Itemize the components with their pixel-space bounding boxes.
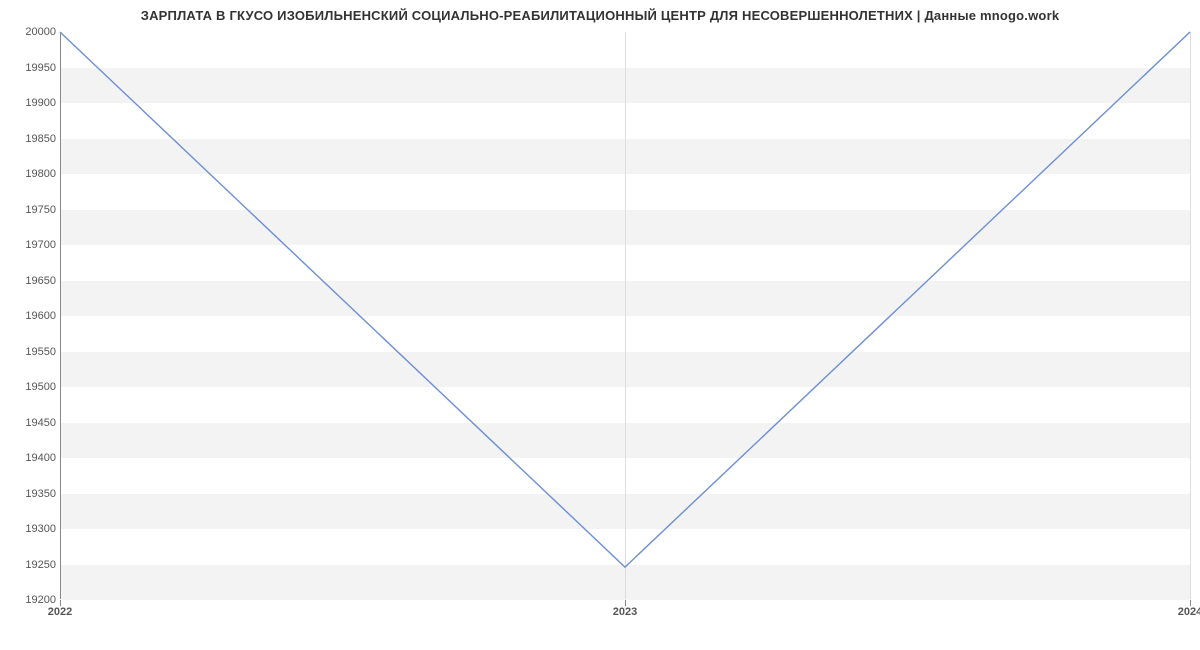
- x-tick-label: 2024: [1178, 606, 1200, 618]
- y-tick-label: 20000: [4, 26, 56, 38]
- chart-title: ЗАРПЛАТА В ГКУСО ИЗОБИЛЬНЕНСКИЙ СОЦИАЛЬН…: [0, 8, 1200, 23]
- y-tick-label: 19950: [4, 62, 56, 74]
- x-tick-label: 2022: [48, 606, 72, 618]
- grid-vline: [60, 32, 61, 599]
- grid-vline: [1190, 32, 1191, 599]
- y-tick-label: 19350: [4, 488, 56, 500]
- y-tick-label: 19600: [4, 310, 56, 322]
- y-tick-label: 19800: [4, 168, 56, 180]
- chart-container: { "chart_data": { "type": "line", "title…: [0, 0, 1200, 650]
- y-tick-label: 19650: [4, 275, 56, 287]
- y-tick-label: 19500: [4, 381, 56, 393]
- y-tick-label: 19300: [4, 523, 56, 535]
- y-tick-label: 19750: [4, 204, 56, 216]
- y-tick-label: 19850: [4, 133, 56, 145]
- y-tick-label: 19250: [4, 559, 56, 571]
- grid-vline: [625, 32, 626, 599]
- y-tick-label: 19900: [4, 97, 56, 109]
- x-tick-label: 2023: [613, 606, 637, 618]
- y-tick-label: 19400: [4, 452, 56, 464]
- y-tick-label: 19450: [4, 417, 56, 429]
- plot-area: [60, 32, 1190, 600]
- y-tick-label: 19700: [4, 239, 56, 251]
- y-tick-label: 19550: [4, 346, 56, 358]
- y-tick-label: 19200: [4, 594, 56, 606]
